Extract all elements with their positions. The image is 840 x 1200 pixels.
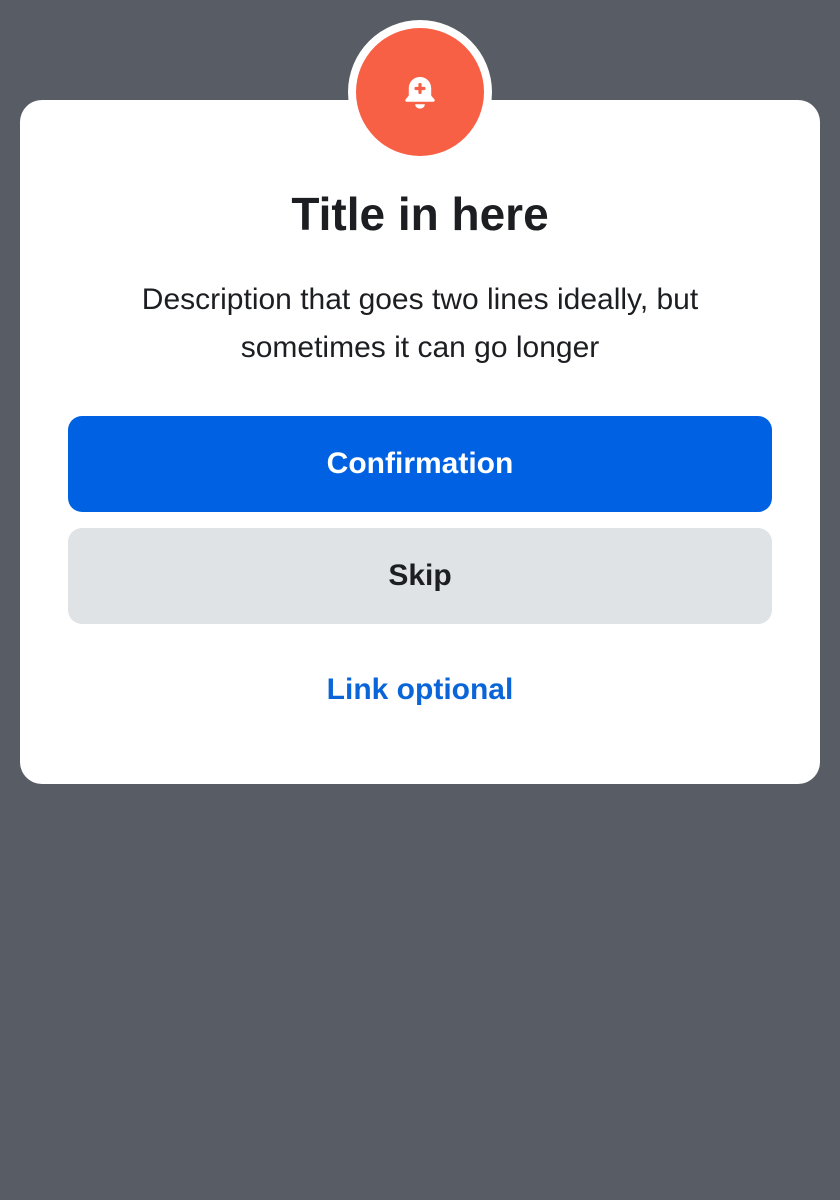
bell-plus-icon (405, 77, 435, 109)
confirmation-button[interactable]: Confirmation (68, 416, 772, 512)
dialog-title: Title in here (291, 188, 549, 240)
dialog-description: Description that goes two lines ideally,… (141, 283, 699, 364)
icon-badge (356, 28, 484, 156)
skip-button[interactable]: Skip (68, 528, 772, 624)
optional-link[interactable]: Link optional (0, 668, 840, 712)
